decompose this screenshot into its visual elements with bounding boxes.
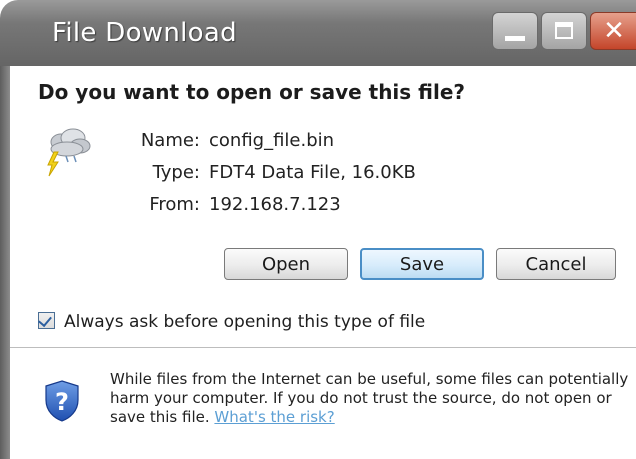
- close-button[interactable]: ✕: [590, 12, 636, 50]
- cancel-button[interactable]: Cancel: [496, 248, 616, 280]
- file-name-row: Name:: [0, 130, 200, 154]
- window-title: File Download: [52, 18, 237, 48]
- file-type-label: Type:: [152, 162, 200, 183]
- close-icon: ✕: [603, 16, 625, 46]
- title-bar[interactable]: File Download ✕: [0, 0, 636, 66]
- svg-text:?: ?: [55, 388, 69, 416]
- shield-question-icon: ?: [45, 380, 79, 422]
- file-name-value: config_file.bin: [209, 130, 335, 151]
- file-from-value: 192.168.7.123: [209, 194, 341, 215]
- file-from-label: From:: [149, 194, 200, 215]
- dialog-question: Do you want to open or save this file?: [38, 80, 466, 104]
- open-button[interactable]: Open: [224, 248, 348, 280]
- file-download-dialog: File Download ✕ Do you want to open or s…: [0, 0, 636, 459]
- whats-the-risk-link[interactable]: What's the risk?: [214, 408, 334, 426]
- minimize-icon: [505, 36, 525, 41]
- warning-text: While files from the Internet can be use…: [110, 370, 629, 426]
- section-divider: [10, 347, 636, 348]
- security-warning: While files from the Internet can be use…: [110, 370, 630, 427]
- always-ask-label[interactable]: Always ask before opening this type of f…: [64, 312, 425, 332]
- file-name-label: Name:: [140, 130, 200, 151]
- maximize-button[interactable]: [541, 12, 587, 50]
- file-type-value: FDT4 Data File, 16.0KB: [209, 162, 416, 183]
- file-type-row: Type:: [0, 162, 200, 186]
- always-ask-checkbox[interactable]: [38, 312, 55, 329]
- maximize-icon: [555, 22, 573, 39]
- save-button[interactable]: Save: [360, 248, 484, 280]
- file-from-row: From:: [0, 194, 200, 218]
- window-frame-left: [0, 66, 10, 459]
- checkmark-icon: [38, 312, 52, 328]
- minimize-button[interactable]: [492, 12, 538, 50]
